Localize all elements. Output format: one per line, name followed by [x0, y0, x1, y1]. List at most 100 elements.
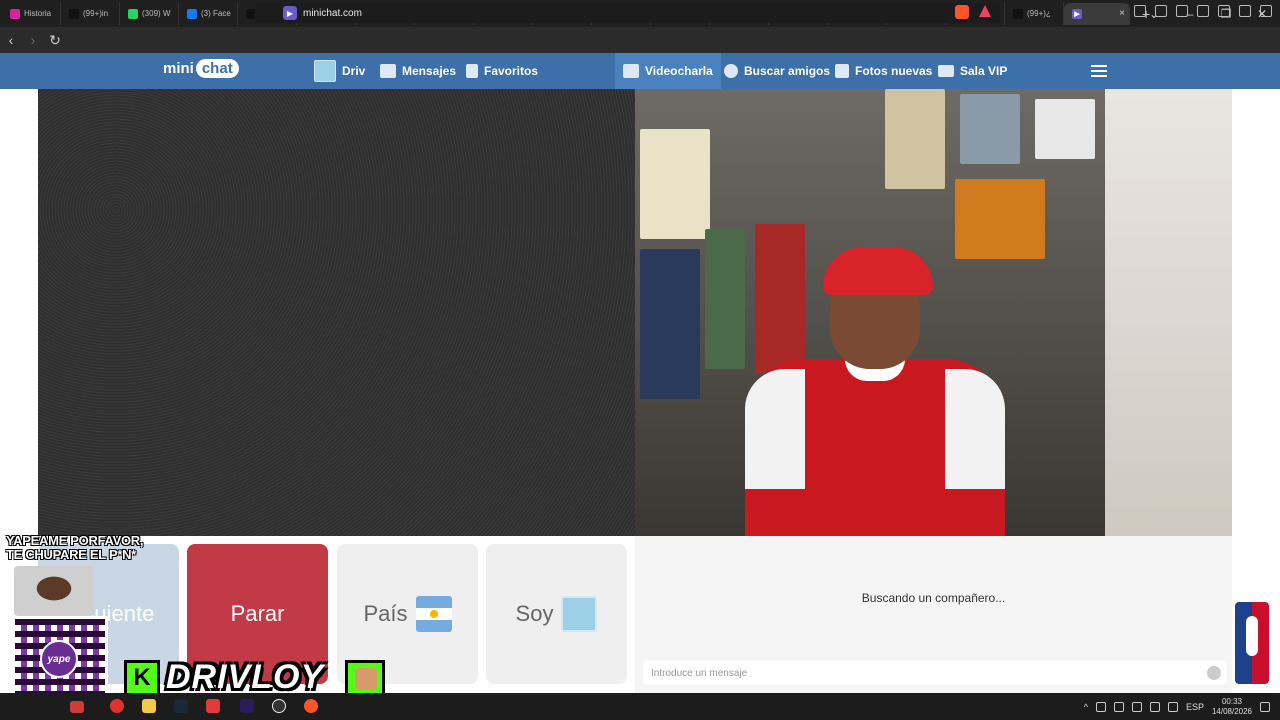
wall-poster [960, 94, 1020, 164]
basketball-cutout [1105, 89, 1232, 536]
menu-icon[interactable] [1260, 5, 1272, 17]
nav-videochat-label: Videocharla [645, 64, 713, 78]
nav-profile[interactable]: Driv [314, 53, 365, 89]
gender-button-label: Soy [515, 601, 554, 626]
clock-date: 14/08/2026 [1211, 706, 1252, 716]
brave-shield-icon[interactable] [955, 5, 969, 19]
browser-tab[interactable]: Historia [2, 2, 61, 25]
browser-tab[interactable]: (99+)¿ [1005, 2, 1064, 25]
battery-icon[interactable] [1167, 701, 1178, 712]
browser-tab-label: Historia [24, 9, 52, 18]
extensions-icon[interactable] [1134, 5, 1146, 17]
wall-poster [705, 229, 745, 369]
chat-panel: Buscando un compañero... Introduce un me… [635, 536, 1232, 693]
notification-icon[interactable] [1260, 701, 1270, 712]
wall-poster [1035, 99, 1095, 159]
taskbar-app-icon[interactable] [110, 699, 124, 713]
taskbar-app-icon[interactable] [206, 699, 220, 713]
streamer-name: DRIVLOY [166, 658, 325, 696]
clock[interactable]: 00:33 14/08/2026 [1212, 697, 1252, 717]
emoji-icon[interactable] [1207, 666, 1221, 680]
browser-tab[interactable]: (309) W [120, 2, 179, 25]
nav-messages-label: Mensajes [402, 64, 457, 78]
red-cap [823, 247, 933, 295]
yape-logo: yape [40, 640, 78, 678]
reload-button[interactable]: ↻ [44, 32, 66, 49]
chat-status: Buscando un compañero... [861, 591, 1006, 605]
sidebar-icon[interactable] [1176, 5, 1188, 17]
meme-face-image [14, 566, 94, 616]
browser-tab-active[interactable]: ▶ × [1064, 2, 1130, 25]
browser-tab[interactable]: (3) Face [179, 2, 238, 25]
nav-new-photos[interactable]: Fotos nuevas [835, 53, 932, 89]
browser-tab-label: (3) Face [201, 9, 231, 18]
minichat-logo[interactable]: mini chat [163, 59, 239, 78]
address-bar: ‹ › ↻ [0, 27, 1280, 53]
file-explorer-icon[interactable] [142, 699, 156, 713]
leo-ai-icon[interactable] [1218, 5, 1230, 17]
gender-button[interactable]: Soy [486, 544, 627, 684]
url-field[interactable]: ▶ minichat.com [255, 3, 1000, 23]
wallet-icon[interactable] [1197, 5, 1209, 17]
overlay-line-1: YAPEAME PORFAVOR, [6, 533, 144, 548]
minichat-favicon-icon: ▶ [1072, 8, 1082, 19]
site-header: mini chat Driv Mensajes Favoritos Videoc… [0, 53, 1280, 89]
forward-button[interactable]: › [22, 32, 44, 48]
volume-icon[interactable] [1149, 701, 1160, 712]
nav-videochat[interactable]: Videocharla [615, 53, 721, 89]
brave-shields [955, 5, 991, 19]
microphone-icon[interactable] [1113, 701, 1124, 712]
vpn-icon[interactable] [1239, 5, 1251, 17]
language-indicator[interactable]: ESP [1186, 702, 1204, 712]
stop-button-label: Parar [230, 601, 285, 626]
country-button-label: País [363, 601, 408, 626]
avatar [314, 60, 336, 82]
screen: Historia(99+)in(309) W(3) Face(99+)#Frap… [0, 0, 1280, 720]
argentina-flag-icon [415, 596, 452, 632]
message-placeholder: Introduce un mensaje [651, 667, 748, 679]
shirt-sleeve [745, 369, 805, 489]
back-button[interactable]: ‹ [0, 32, 22, 48]
wifi-icon[interactable] [1131, 701, 1142, 712]
brave-browser-icon[interactable] [304, 699, 318, 713]
taskbar-app-icon[interactable] [70, 701, 84, 713]
nav-messages[interactable]: Mensajes [380, 53, 456, 89]
close-tab-icon[interactable]: × [1119, 8, 1125, 19]
wall-poster [640, 249, 700, 399]
shirt-sleeve [945, 369, 1005, 489]
url-text: minichat.com [303, 7, 362, 19]
premiere-icon[interactable] [240, 699, 254, 713]
stream-overlay-text: YAPEAME PORFAVOR, TE CHUPARE EL P*N* [6, 533, 144, 562]
video-chat-icon [623, 64, 639, 78]
browser-tab-label: (309) W [142, 9, 171, 18]
nav-favorites-label: Favoritos [484, 64, 539, 78]
user-avatar-icon [561, 596, 598, 632]
browser-tab-label: (99+)in [83, 9, 109, 18]
nav-new-photos-label: Fotos nuevas [855, 64, 933, 78]
instagram-icon [10, 8, 20, 19]
clock-time: 00:33 [1221, 696, 1242, 706]
browser-tab-label: (99+)¿ [1027, 9, 1051, 18]
grid-icon [835, 64, 849, 78]
logo-text-chat: chat [195, 59, 239, 78]
obs-icon[interactable] [272, 699, 286, 713]
network-icon[interactable] [1095, 701, 1106, 712]
own-webcam-video [635, 89, 1232, 536]
nav-find-friends-label: Buscar amigos [744, 64, 831, 78]
browser-tab[interactable]: (99+)in [61, 2, 120, 25]
nav-vip[interactable]: Sala VIP [938, 53, 1007, 89]
taskbar: ^ ESP 00:33 14/08/2026 [0, 693, 1280, 720]
tiktok-icon [1013, 8, 1023, 19]
message-input[interactable]: Introduce un mensaje [643, 661, 1227, 685]
brave-rewards-icon[interactable] [979, 5, 991, 17]
nav-vip-label: Sala VIP [960, 64, 1008, 78]
steam-icon[interactable] [174, 699, 188, 713]
partner-video-static [38, 89, 635, 536]
hamburger-menu-icon[interactable] [1091, 65, 1107, 77]
extension-toolbar [1134, 5, 1272, 17]
music-icon[interactable] [1155, 5, 1167, 17]
nav-find-friends[interactable]: Buscar amigos [724, 53, 830, 89]
whatsapp-icon [128, 8, 138, 19]
chevron-up-icon[interactable]: ^ [1084, 702, 1088, 712]
nav-favorites[interactable]: Favoritos [466, 53, 538, 89]
